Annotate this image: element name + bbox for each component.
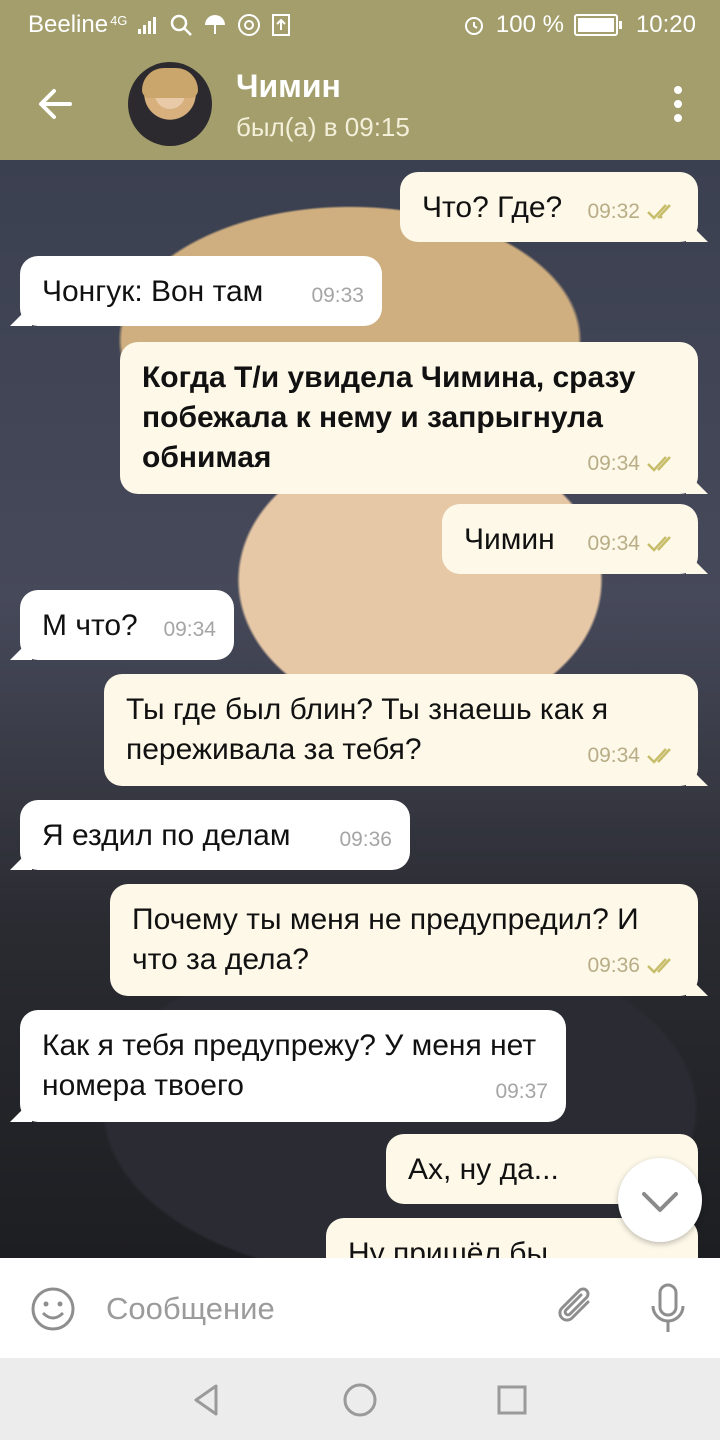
double-check-icon — [647, 958, 671, 974]
message-time: 09:33 — [311, 284, 364, 307]
message-text: Когда Т/и увидела Чимина, сразу побежала… — [142, 361, 636, 474]
back-triangle-icon — [194, 1384, 218, 1416]
double-check-icon — [647, 536, 671, 552]
message-text: Почему ты меня не предупредил? И что за … — [132, 903, 639, 976]
message-text: М что? — [42, 609, 138, 642]
upload-icon — [272, 14, 291, 36]
message-in[interactable]: Чонгук: Вон там 09:33 — [20, 256, 382, 326]
message-text: Что? Где? — [422, 191, 563, 224]
nav-recents-button[interactable] — [492, 1380, 532, 1420]
message-in[interactable]: М что? 09:34 — [20, 590, 234, 660]
message-text: Ах, ну да... — [408, 1153, 559, 1186]
search-icon — [171, 14, 193, 36]
scroll-down-button[interactable] — [618, 1158, 702, 1242]
battery-icon — [573, 14, 622, 36]
mic-button[interactable] — [648, 1282, 688, 1336]
double-check-icon — [647, 456, 671, 472]
message-out[interactable]: Почему ты меня не предупредил? И что за … — [110, 884, 698, 996]
message-time: 09:34 — [587, 452, 640, 475]
home-circle-icon — [343, 1383, 377, 1417]
message-out[interactable]: Что? Где? 09:32 — [400, 172, 698, 242]
emoji-button[interactable] — [30, 1286, 76, 1332]
signal-icon — [138, 17, 157, 34]
chat-area[interactable]: Что? Где? 09:32 Чонгук: Вон там 09:33 Ко… — [0, 160, 720, 1258]
message-time: 09:34 — [587, 744, 640, 767]
message-out[interactable]: Ты где был блин? Ты знаешь как я пережив… — [104, 674, 698, 786]
nav-home-button[interactable] — [340, 1380, 380, 1420]
message-out[interactable]: Когда Т/и увидела Чимина, сразу побежала… — [120, 342, 698, 494]
message-text: Как я тебя предупрежу? У меня нет номера… — [42, 1029, 537, 1102]
battery-percent: 100 % — [495, 11, 564, 38]
back-arrow-icon — [39, 89, 72, 119]
recents-square-icon — [497, 1385, 527, 1415]
message-out[interactable]: Чимин 09:34 — [442, 504, 698, 574]
avatar[interactable] — [128, 62, 212, 146]
chevron-down-icon — [642, 1192, 678, 1212]
contact-name[interactable]: Чимин — [236, 68, 341, 105]
umbrella-icon — [205, 15, 226, 34]
message-text: Ты где был блин? Ты знаешь как я пережив… — [126, 693, 609, 766]
nav-back-button[interactable] — [186, 1380, 226, 1420]
double-check-icon — [647, 204, 671, 220]
system-nav-bar — [0, 1358, 720, 1440]
at-icon — [238, 14, 261, 36]
attach-button[interactable] — [554, 1284, 600, 1332]
message-text: Я ездил по делам — [42, 819, 291, 852]
double-check-icon — [647, 748, 671, 764]
message-time: 09:36 — [339, 828, 392, 851]
emoji-icon — [31, 1287, 75, 1331]
message-time: 09:34 — [587, 532, 640, 555]
message-text: Ну пришёл бы — [348, 1237, 549, 1258]
network-type: 4G — [110, 12, 128, 28]
alarm-icon — [464, 17, 483, 35]
message-input[interactable] — [104, 1284, 528, 1334]
carrier-label: Beeline — [28, 11, 109, 38]
message-in[interactable]: Я ездил по делам 09:36 — [20, 800, 410, 870]
message-in[interactable]: Как я тебя предупрежу? У меня нет номера… — [20, 1010, 566, 1122]
message-text: Чимин — [464, 523, 555, 556]
contact-status: был(а) в 09:15 — [236, 112, 410, 142]
message-time: 09:32 — [587, 200, 640, 223]
status-bar: Beeline 4G 100 % 10:20 — [0, 0, 720, 50]
more-vert-icon[interactable] — [666, 82, 690, 126]
message-time: 09:34 — [163, 618, 216, 641]
mic-icon — [651, 1283, 685, 1332]
composer — [0, 1258, 720, 1358]
attach-icon — [558, 1287, 590, 1322]
chat-header: Чимин был(а) в 09:15 — [0, 50, 720, 160]
message-time: 09:37 — [495, 1080, 548, 1103]
message-time: 09:36 — [587, 954, 640, 977]
clock: 10:20 — [635, 11, 696, 38]
message-text: Чонгук: Вон там — [42, 275, 264, 308]
back-button[interactable] — [30, 78, 82, 130]
